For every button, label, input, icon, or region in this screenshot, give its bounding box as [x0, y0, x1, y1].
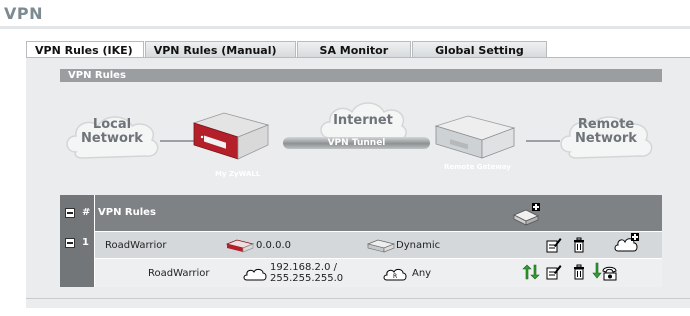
- dial-icon[interactable]: [592, 262, 618, 282]
- tab-sa-monitor[interactable]: SA Monitor: [296, 41, 412, 58]
- tab-vpn-rules-manual[interactable]: VPN Rules (Manual): [144, 41, 296, 58]
- edit-icon[interactable]: [546, 264, 562, 280]
- rule-number: 1: [82, 237, 89, 248]
- remote-network-cloud: Remote Network: [556, 108, 656, 168]
- internet-label: Internet: [333, 113, 393, 128]
- edit-icon[interactable]: [546, 237, 562, 253]
- collapse-all-toggle[interactable]: [65, 208, 75, 218]
- local-network-label: Local Network: [81, 117, 143, 146]
- remote-gateway-address: Dynamic: [396, 240, 441, 251]
- panel-bottom-rule: [26, 298, 690, 299]
- tab-vpn-rules-ike[interactable]: VPN Rules (IKE): [26, 41, 144, 58]
- delete-icon[interactable]: [572, 237, 586, 253]
- header-number-label: #: [82, 207, 91, 218]
- remote-network-label: Remote Network: [575, 117, 637, 146]
- tab-global-setting[interactable]: Global Setting: [412, 41, 547, 58]
- rules-table-header: VPN Rules: [60, 195, 662, 231]
- remote-router-icon: [366, 239, 396, 253]
- add-policy-icon[interactable]: [614, 233, 640, 255]
- page-title: VPN: [4, 4, 43, 23]
- zywall-device-icon: [192, 112, 270, 160]
- delete-icon[interactable]: [572, 264, 586, 280]
- vpn-tunnel-label: VPN Tunnel: [327, 138, 386, 148]
- local-network-cloud: Local Network: [62, 108, 162, 168]
- local-router-icon: [225, 239, 255, 253]
- header-rules-label: VPN Rules: [98, 207, 156, 218]
- table-row: RoadWarrior 192.168.2.0 / 255.255.255.0 …: [60, 258, 662, 287]
- add-gateway-icon[interactable]: [512, 201, 542, 227]
- title-divider: [0, 26, 690, 29]
- tab-bar: VPN Rules (IKE) VPN Rules (Manual) SA Mo…: [26, 41, 548, 58]
- table-row: RoadWarrior 0.0.0.0 Dynamic: [60, 231, 662, 258]
- cloud-icon: [243, 269, 267, 281]
- policy-remote-network: Any: [412, 268, 432, 279]
- local-device-label: My ZyWALL: [215, 170, 261, 178]
- row-index-column: # 1: [60, 195, 95, 287]
- remote-gateway-icon: [434, 115, 516, 159]
- section-title: VPN Rules: [60, 69, 662, 82]
- remote-device-label: Remote Gateway: [444, 163, 511, 171]
- svg-text:R: R: [393, 273, 397, 280]
- policy-name: RoadWarrior: [148, 268, 210, 279]
- cloud-icon: R: [383, 269, 407, 281]
- rule-name: RoadWarrior: [105, 240, 167, 251]
- local-gateway-address: 0.0.0.0: [256, 240, 291, 251]
- move-icon[interactable]: [522, 264, 540, 280]
- policy-local-network: 192.168.2.0 / 255.255.255.0: [270, 262, 344, 284]
- collapse-rule-toggle[interactable]: [65, 238, 75, 248]
